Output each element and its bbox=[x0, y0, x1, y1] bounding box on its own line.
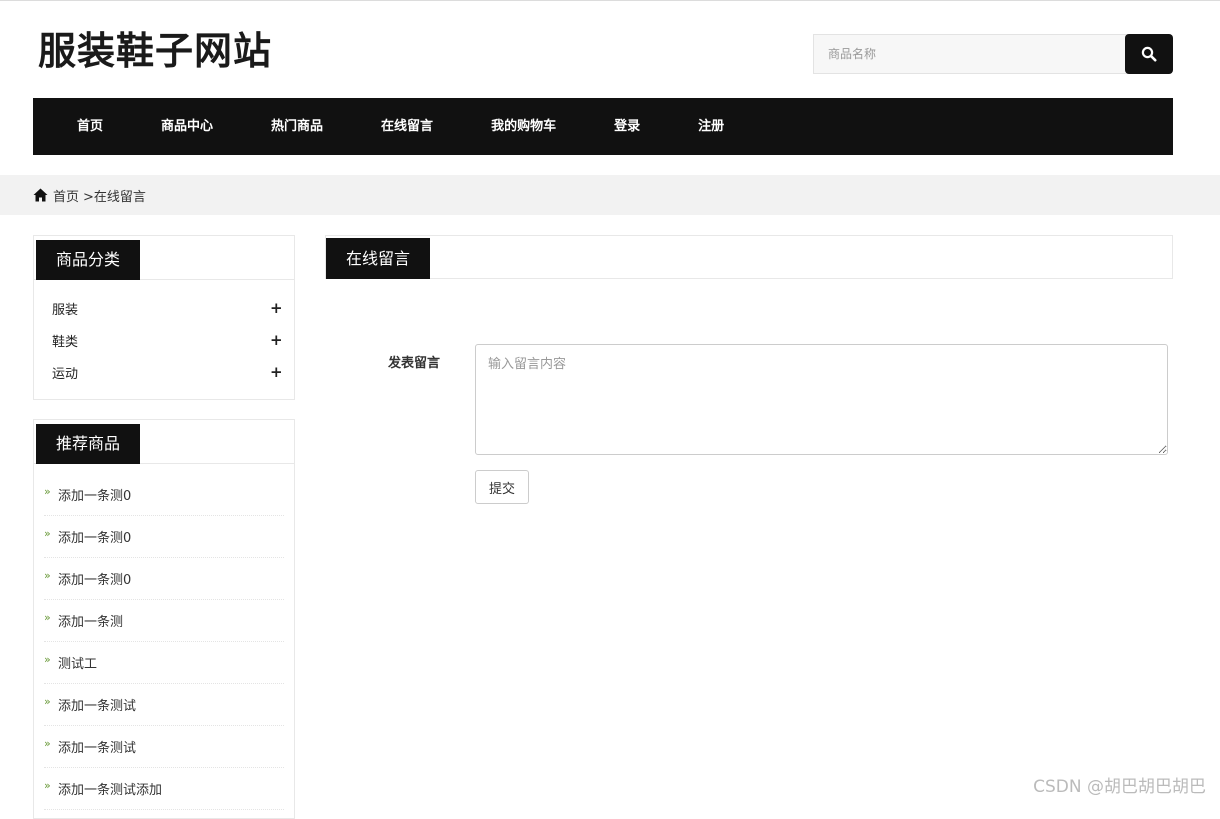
double-chevron-right-icon: » bbox=[44, 527, 51, 540]
double-chevron-right-icon: » bbox=[44, 737, 51, 750]
double-chevron-right-icon: » bbox=[44, 779, 51, 792]
home-icon bbox=[33, 188, 48, 202]
category-item-sports[interactable]: 运动 + bbox=[34, 356, 294, 388]
list-item[interactable]: » 添加一条测试 bbox=[44, 726, 284, 768]
submit-button[interactable]: 提交 bbox=[475, 470, 529, 504]
recommended-item-label: 添加一条测试添加 bbox=[58, 783, 163, 798]
recommended-panel: 推荐商品 » 添加一条测0 » 添加一条测0 » 添加一条测0 » 添加一条测 … bbox=[33, 419, 295, 819]
double-chevron-right-icon: » bbox=[44, 569, 51, 582]
category-item-shoes[interactable]: 鞋类 + bbox=[34, 324, 294, 356]
category-label: 服装 bbox=[52, 302, 79, 318]
category-panel-header: 商品分类 bbox=[34, 236, 294, 280]
recommended-item-label: 添加一条测 bbox=[58, 615, 124, 630]
plus-icon[interactable]: + bbox=[270, 299, 283, 317]
plus-icon[interactable]: + bbox=[270, 363, 283, 381]
category-panel: 商品分类 服装 + 鞋类 + 运动 + bbox=[33, 235, 295, 400]
category-label: 鞋类 bbox=[52, 334, 79, 350]
category-list: 服装 + 鞋类 + 运动 + bbox=[34, 280, 294, 398]
double-chevron-right-icon: » bbox=[44, 485, 51, 498]
category-item-clothing[interactable]: 服装 + bbox=[34, 292, 294, 324]
message-textarea[interactable] bbox=[475, 344, 1168, 455]
nav-item-hot-products[interactable]: 热门商品 bbox=[242, 98, 352, 155]
nav-item-products[interactable]: 商品中心 bbox=[132, 98, 242, 155]
category-label: 运动 bbox=[52, 366, 79, 382]
main-nav: 首页 商品中心 热门商品 在线留言 我的购物车 登录 注册 bbox=[33, 98, 1173, 155]
recommended-item-label: 添加一条测0 bbox=[58, 531, 132, 546]
breadcrumb: 首页 >在线留言 bbox=[33, 175, 146, 215]
nav-item-cart[interactable]: 我的购物车 bbox=[462, 98, 585, 155]
list-item[interactable]: » 添加一条测0 bbox=[44, 516, 284, 558]
recommended-list: » 添加一条测0 » 添加一条测0 » 添加一条测0 » 添加一条测 » 测试工… bbox=[34, 464, 294, 810]
list-item[interactable]: » 添加一条测0 bbox=[44, 558, 284, 600]
top-divider bbox=[0, 0, 1220, 1]
plus-icon[interactable]: + bbox=[270, 331, 283, 349]
category-panel-title: 商品分类 bbox=[36, 240, 141, 280]
message-form-label: 发表留言 bbox=[388, 356, 441, 371]
recommended-item-label: 添加一条测0 bbox=[58, 489, 132, 504]
recommended-item-label: 测试工 bbox=[58, 657, 98, 672]
nav-item-register[interactable]: 注册 bbox=[669, 98, 753, 155]
nav-item-messages[interactable]: 在线留言 bbox=[352, 98, 462, 155]
breadcrumb-bar: 首页 >在线留言 bbox=[0, 175, 1220, 215]
double-chevron-right-icon: » bbox=[44, 653, 51, 666]
search-box bbox=[813, 34, 1173, 74]
page-title: 在线留言 bbox=[326, 238, 431, 279]
double-chevron-right-icon: » bbox=[44, 695, 51, 708]
search-icon bbox=[1141, 46, 1157, 62]
list-item[interactable]: » 添加一条测 bbox=[44, 600, 284, 642]
recommended-panel-header: 推荐商品 bbox=[34, 420, 294, 464]
breadcrumb-home-link[interactable]: 首页 bbox=[53, 186, 79, 205]
search-input[interactable] bbox=[813, 34, 1129, 74]
breadcrumb-current: >在线留言 bbox=[83, 189, 146, 205]
nav-item-login[interactable]: 登录 bbox=[585, 98, 669, 155]
double-chevron-right-icon: » bbox=[44, 611, 51, 624]
recommended-item-label: 添加一条测试 bbox=[58, 741, 137, 756]
recommended-item-label: 添加一条测试 bbox=[58, 699, 137, 714]
watermark: CSDN @胡巴胡巴胡巴 bbox=[1033, 777, 1206, 797]
site-title[interactable]: 服装鞋子网站 bbox=[38, 26, 272, 76]
nav-item-home[interactable]: 首页 bbox=[48, 98, 132, 155]
list-item[interactable]: » 测试工 bbox=[44, 642, 284, 684]
list-item[interactable]: » 添加一条测试 bbox=[44, 684, 284, 726]
list-item[interactable]: » 添加一条测试添加 bbox=[44, 768, 284, 810]
search-button[interactable] bbox=[1125, 34, 1173, 74]
main-section-header: 在线留言 bbox=[325, 235, 1173, 279]
list-item[interactable]: » 添加一条测0 bbox=[44, 474, 284, 516]
recommended-panel-title: 推荐商品 bbox=[36, 424, 141, 464]
recommended-item-label: 添加一条测0 bbox=[58, 573, 132, 588]
